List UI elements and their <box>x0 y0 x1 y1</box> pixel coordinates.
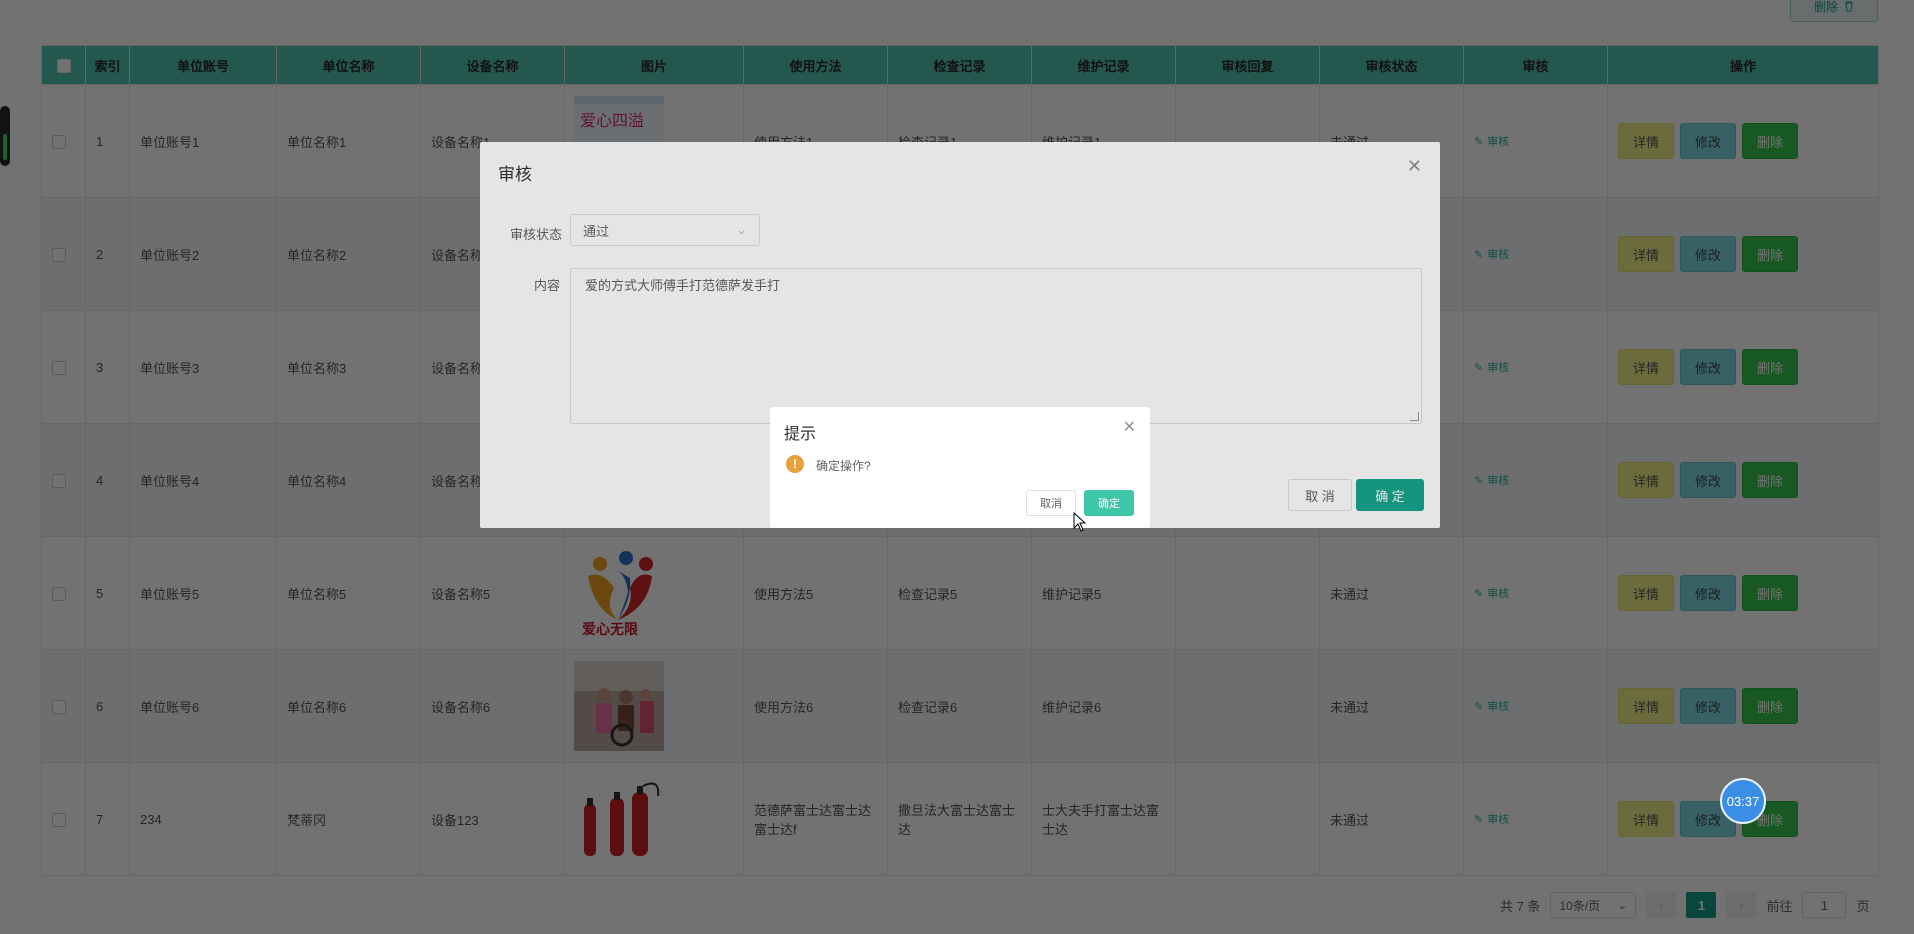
warning-icon: ! <box>786 455 804 473</box>
timer-badge[interactable]: 03:37 <box>1720 778 1766 824</box>
confirm-message: 确定操作? <box>816 459 871 473</box>
confirm-ok-button[interactable]: 确定 <box>1084 490 1134 516</box>
confirm-cancel-button[interactable]: 取消 <box>1026 490 1076 516</box>
mouse-cursor-icon <box>1073 512 1087 532</box>
confirm-dialog: 提示 ✕ ! 确定操作? 取消 确定 <box>770 407 1150 528</box>
confirm-dialog-title: 提示 <box>784 426 817 443</box>
close-icon[interactable]: ✕ <box>1123 417 1136 437</box>
